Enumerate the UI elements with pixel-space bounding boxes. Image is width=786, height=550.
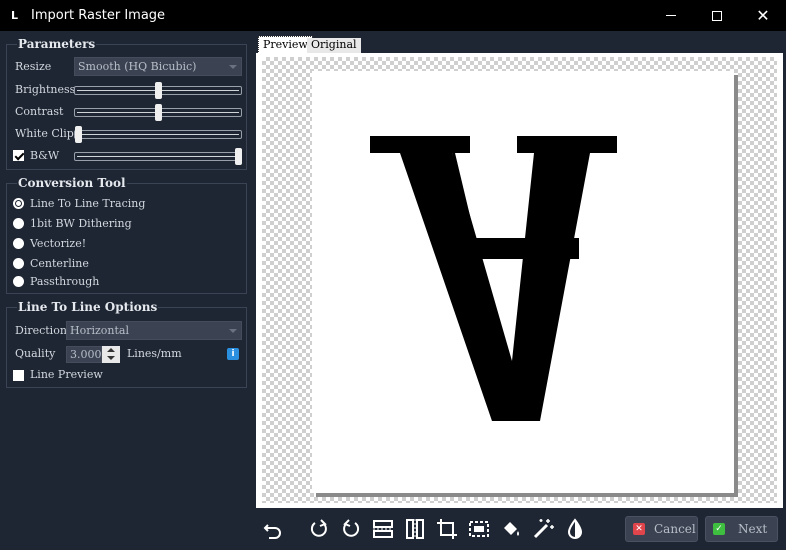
minimize-button[interactable] [648, 0, 694, 31]
quality-unit: Lines/mm [127, 347, 182, 360]
auto-crop-button[interactable] [468, 518, 490, 540]
next-label: Next [738, 522, 768, 536]
fill-bucket-icon [504, 522, 519, 536]
maximize-button[interactable] [694, 0, 740, 31]
option-label: Line To Line Tracing [30, 197, 146, 210]
direction-label: Direction [15, 324, 67, 337]
title-bar: L Import Raster Image ✕ [0, 0, 786, 31]
tab-original[interactable]: Original [307, 38, 361, 54]
quality-label: Quality [15, 347, 56, 360]
maximize-icon [712, 10, 722, 21]
app-logo-icon: L [11, 8, 19, 22]
option-label: Passthrough [30, 275, 100, 288]
preview-page [312, 71, 734, 493]
crop-icon [437, 519, 457, 539]
bw-slider-thumb[interactable] [235, 148, 242, 165]
option-label: Centerline [30, 257, 89, 270]
crop-button[interactable] [436, 518, 458, 540]
parameters-title: Parameters [17, 37, 97, 51]
minimize-icon [666, 15, 676, 16]
undo-icon [263, 524, 281, 539]
radio-passthrough[interactable] [13, 276, 24, 287]
chevron-down-icon[interactable] [107, 356, 115, 360]
close-icon: ✕ [756, 5, 770, 25]
quality-stepper[interactable] [102, 346, 120, 363]
invert-icon [567, 518, 583, 539]
info-icon[interactable]: i [227, 348, 239, 360]
radio-line-to-line-tracing[interactable] [13, 198, 24, 209]
rotate-counterclockwise-icon [343, 519, 360, 537]
next-button[interactable]: ✓ Next [705, 516, 778, 542]
conversion-tool-title: Conversion Tool [17, 176, 127, 190]
quality-value: 3.000 [70, 348, 102, 361]
option-label: Vectorize! [30, 237, 87, 250]
white-clip-slider[interactable] [74, 126, 242, 143]
white-clip-slider-thumb[interactable] [75, 126, 82, 143]
flip-horizontal-button[interactable] [404, 518, 426, 540]
chevron-down-icon [229, 65, 237, 69]
radio-vectorize[interactable] [13, 238, 24, 249]
rotate-clockwise-button[interactable] [308, 518, 330, 540]
magic-wand-icon [533, 519, 554, 539]
flip-vertical-button[interactable] [372, 518, 394, 540]
transparency-background [262, 57, 777, 503]
radio-centerline[interactable] [13, 258, 24, 269]
brightness-slider-thumb[interactable] [155, 82, 162, 99]
resize-value: Smooth (HQ Bicubic) [78, 60, 197, 73]
cancel-label: Cancel [654, 522, 696, 536]
chevron-down-icon [229, 329, 237, 333]
option-label: 1bit BW Dithering [30, 217, 132, 230]
contrast-label: Contrast [15, 105, 64, 118]
close-button[interactable]: ✕ [740, 0, 786, 31]
brightness-slider[interactable] [74, 82, 242, 99]
contrast-slider[interactable] [74, 104, 242, 121]
auto-crop-icon [469, 521, 489, 537]
preview-canvas[interactable] [256, 53, 783, 508]
line-options-title: Line To Line Options [17, 300, 159, 314]
cancel-button[interactable]: ✕ Cancel [625, 516, 698, 542]
checkmark-icon: ✓ [713, 523, 725, 535]
window-title: Import Raster Image [31, 8, 166, 23]
direction-select[interactable]: Horizontal [66, 321, 242, 340]
bw-slider[interactable] [74, 148, 242, 165]
line-preview-label: Line Preview [30, 368, 103, 381]
line-preview-checkbox[interactable] [13, 370, 24, 381]
rotate-clockwise-icon [310, 519, 327, 537]
flip-horizontal-icon [406, 519, 424, 539]
magic-wand-button[interactable] [532, 518, 554, 540]
resize-label: Resize [15, 60, 52, 73]
white-clip-label: White Clip [15, 127, 74, 140]
contrast-slider-thumb[interactable] [155, 104, 162, 121]
fill-button[interactable] [500, 518, 522, 540]
undo-button[interactable] [262, 518, 284, 540]
bw-checkbox[interactable] [13, 150, 24, 161]
flip-vertical-icon [373, 520, 393, 538]
brightness-label: Brightness [15, 83, 76, 96]
quality-input[interactable]: 3.000 [66, 346, 102, 363]
preview-image [370, 136, 617, 421]
rotate-counterclockwise-button[interactable] [340, 518, 362, 540]
invert-button[interactable] [564, 518, 586, 540]
chevron-up-icon[interactable] [107, 348, 115, 352]
bw-label: B&W [30, 149, 60, 162]
radio-1bit-bw-dithering[interactable] [13, 218, 24, 229]
cancel-icon: ✕ [633, 523, 645, 535]
direction-value: Horizontal [70, 324, 129, 337]
resize-select[interactable]: Smooth (HQ Bicubic) [74, 57, 242, 76]
tab-preview[interactable]: Preview [258, 36, 313, 54]
